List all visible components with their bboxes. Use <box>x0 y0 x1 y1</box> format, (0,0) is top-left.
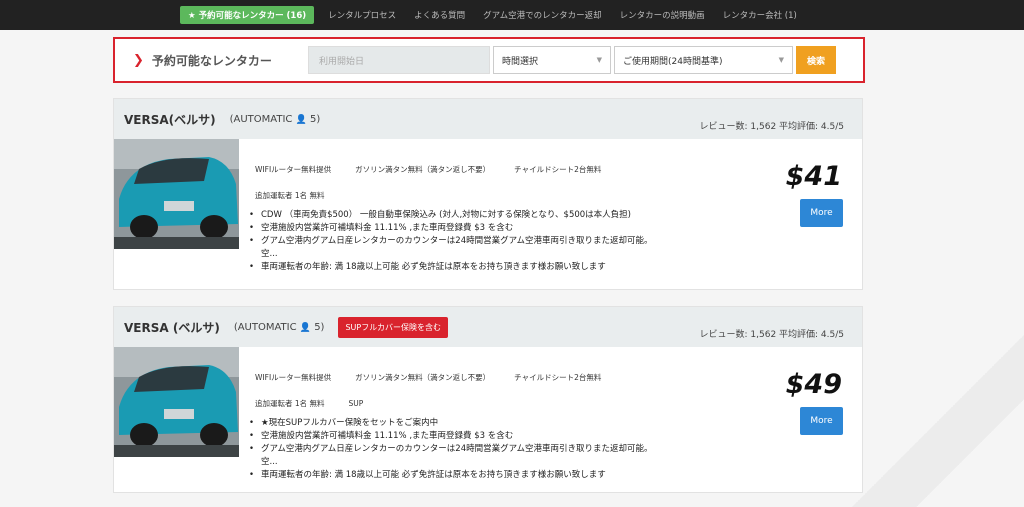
feature-extra-driver: 追加運転者 1名 無料 <box>255 399 325 408</box>
chevron-down-icon: ▼ <box>596 56 602 64</box>
feature-list: WIFIルーター無料提供 ガソリン満タン無料（満タン返し不要） チャイルドシート2台… <box>255 365 675 417</box>
person-icon: 👤 <box>295 114 307 125</box>
car-photo[interactable] <box>114 139 239 249</box>
sup-insurance-badge: SUPフルカバー保険を含む <box>338 316 448 338</box>
car-price: $49 <box>785 369 842 400</box>
chevron-right-icon: ❯ <box>133 52 144 68</box>
search-title: 予約可能なレンタカー <box>151 53 272 68</box>
list-item: 空港施設内営業許可補填料金 11.11% ,また車両登録費 $3 を含む <box>249 430 669 443</box>
nav-airport-return[interactable]: グアム空港でのレンタカー返却 <box>483 9 601 21</box>
car-details-list: CDW （車両免責$500） 一般自動車保険込み (対人,対物に対する保険となり… <box>249 209 669 274</box>
feature-extra-driver: 追加運転者 1名 無料 <box>255 191 325 200</box>
car-transmission: (AUTOMATIC 👤 5) <box>234 322 325 333</box>
start-date-input[interactable]: 利用開始日 <box>308 46 490 74</box>
car-card: VERSA (ベルサ) (AUTOMATIC 👤 5) SUPフルカバー保険を含… <box>113 306 863 493</box>
period-select[interactable]: ご使用期間(24時間基準) ▼ <box>614 46 793 74</box>
car-photo[interactable] <box>114 347 239 457</box>
car-card-header: VERSA (ベルサ) (AUTOMATIC 👤 5) SUPフルカバー保険を含… <box>114 307 862 347</box>
chevron-down-icon: ▼ <box>778 56 784 64</box>
review-summary: レビュー数: 1,562 平均評価: 4.5/5 <box>699 122 844 132</box>
car-price: $41 <box>785 161 842 192</box>
nav-faq[interactable]: よくある質問 <box>414 9 465 21</box>
car-card-header: VERSA(ベルサ) (AUTOMATIC 👤 5) レビュー数: 1,562 … <box>114 99 862 139</box>
transmission-text: (AUTOMATIC <box>233 321 297 333</box>
search-panel: ❯ 予約可能なレンタカー 利用開始日 時間選択 ▼ ご使用期間(24時間基準) … <box>113 37 865 83</box>
list-item: 車両運転者の年齢: 満 18歳以上可能 必ず免許証は原本をお持ち頂きます様お願い… <box>249 261 669 274</box>
nav-rental-companies[interactable]: レンタカー会社 (1) <box>723 9 797 21</box>
search-button[interactable]: 検索 <box>796 46 836 74</box>
feature-gas: ガソリン満タン無料（満タン返し不要） <box>355 373 491 382</box>
car-details-list: ★現在SUPフルカバー保険をセットをご案内中 空港施設内営業許可補填料金 11.… <box>249 417 669 482</box>
feature-wifi: WIFIルーター無料提供 <box>255 165 332 174</box>
list-item: ★現在SUPフルカバー保険をセットをご案内中 <box>249 417 669 430</box>
feature-childseat: チャイルドシート2台無料 <box>514 165 602 174</box>
feature-childseat: チャイルドシート2台無料 <box>514 373 602 382</box>
top-navigation: ★ 予約可能なレンタカー (16) レンタルプロセス よくある質問 グアム空港で… <box>0 0 1024 30</box>
feature-wifi: WIFIルーター無料提供 <box>255 373 332 382</box>
car-transmission: (AUTOMATIC 👤 5) <box>230 114 321 125</box>
car-name[interactable]: VERSA (ベルサ) <box>124 319 220 336</box>
time-select-value: 時間選択 <box>502 56 539 67</box>
car-photo-illustration <box>114 347 239 457</box>
car-name[interactable]: VERSA(ベルサ) <box>124 111 216 128</box>
list-item: グアム空港内グアム日産レンタカーのカウンターは24時間営業グアム空港車両引き取り… <box>249 443 669 469</box>
feature-sup: SUP <box>348 399 364 408</box>
period-select-value: ご使用期間(24時間基準) <box>623 56 723 67</box>
more-button[interactable]: More <box>800 407 843 435</box>
seat-count: 5) <box>310 113 321 125</box>
list-item: 車両運転者の年齢: 満 18歳以上可能 必ず免許証は原本をお持ち頂きます様お願い… <box>249 469 669 482</box>
time-select[interactable]: 時間選択 ▼ <box>493 46 611 74</box>
car-photo-illustration <box>114 139 239 249</box>
nav-rental-process[interactable]: レンタルプロセス <box>328 9 396 21</box>
list-item: グアム空港内グアム日産レンタカーのカウンターは24時間営業グアム空港車両引き取り… <box>249 235 669 261</box>
car-card-body: WIFIルーター無料提供 ガソリン満タン無料（満タン返し不要） チャイルドシート2台… <box>114 139 862 289</box>
transmission-text: (AUTOMATIC <box>229 113 293 125</box>
search-title-group: ❯ 予約可能なレンタカー <box>133 52 308 69</box>
car-card: VERSA(ベルサ) (AUTOMATIC 👤 5) レビュー数: 1,562 … <box>113 98 863 290</box>
nav-video[interactable]: レンタカーの説明動画 <box>620 9 705 21</box>
feature-gas: ガソリン満タン無料（満タン返し不要） <box>355 165 491 174</box>
list-item: 空港施設内営業許可補填料金 11.11% ,また車両登録費 $3 を含む <box>249 222 669 235</box>
car-card-body: WIFIルーター無料提供 ガソリン満タン無料（満タン返し不要） チャイルドシート2台… <box>114 347 862 492</box>
feature-list: WIFIルーター無料提供 ガソリン満タン無料（満タン返し不要） チャイルドシート2台… <box>255 157 675 209</box>
review-summary: レビュー数: 1,562 平均評価: 4.5/5 <box>699 330 844 340</box>
more-button[interactable]: More <box>800 199 843 227</box>
nav-available-cars[interactable]: ★ 予約可能なレンタカー (16) <box>180 6 315 24</box>
person-icon: 👤 <box>299 322 311 333</box>
list-item: CDW （車両免責$500） 一般自動車保険込み (対人,対物に対する保険となり… <box>249 209 669 222</box>
background-decoration <box>844 257 1024 507</box>
seat-count: 5) <box>314 321 325 333</box>
